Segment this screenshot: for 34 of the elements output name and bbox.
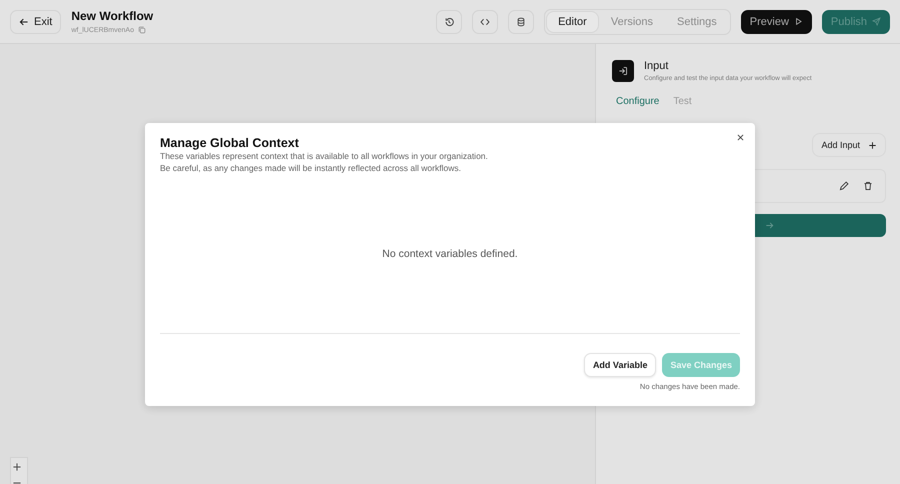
view-tab[interactable]: Settings xyxy=(666,12,728,32)
trash-icon xyxy=(863,181,873,191)
panel-tab[interactable]: Configure xyxy=(616,96,660,107)
modal-description: Be careful, as any changes made will be instantly reflected across all workflows. xyxy=(160,162,462,174)
preview-button[interactable]: Preview xyxy=(740,10,812,34)
empty-message: No context variables defined. xyxy=(382,248,518,260)
exit-button[interactable]: Exit xyxy=(10,10,62,34)
close-button[interactable] xyxy=(736,133,745,142)
edit-button[interactable] xyxy=(839,181,849,191)
view-tab[interactable]: Editor xyxy=(547,12,598,32)
code-button[interactable] xyxy=(472,10,498,34)
history-icon xyxy=(444,16,454,26)
send-icon xyxy=(872,17,881,26)
database-icon xyxy=(516,16,526,26)
close-icon xyxy=(736,133,745,142)
play-icon xyxy=(794,17,803,26)
pencil-icon xyxy=(839,181,849,191)
modal-title: Manage Global Context xyxy=(160,136,300,150)
delete-button[interactable] xyxy=(863,181,873,191)
add-input-button[interactable]: Add Input xyxy=(812,133,886,157)
workflow-title: New Workflow xyxy=(71,9,154,23)
copy-icon xyxy=(138,26,146,34)
arrow-right-icon xyxy=(764,221,774,230)
database-button[interactable] xyxy=(508,10,534,34)
login-icon xyxy=(618,66,628,76)
zoom-in-icon xyxy=(12,462,22,472)
view-tab[interactable]: Versions xyxy=(600,12,664,32)
add-variable-button[interactable]: Add Variable xyxy=(584,353,656,377)
history-button[interactable] xyxy=(436,10,462,34)
code-icon xyxy=(480,16,490,26)
modal-description: These variables represent context that is available to all workflows in your organization. xyxy=(160,150,489,162)
plus-icon xyxy=(868,140,877,150)
back-arrow-icon xyxy=(19,16,29,26)
panel-title: Input xyxy=(644,60,670,72)
